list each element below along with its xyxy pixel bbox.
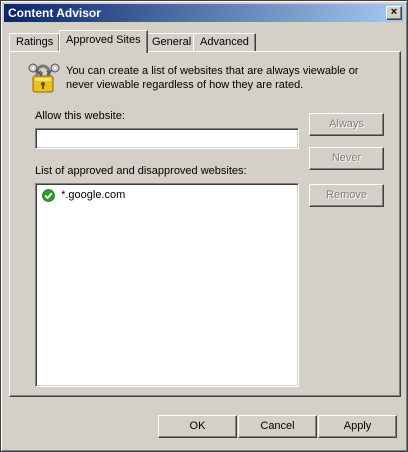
site-url: *.google.com — [61, 189, 126, 202]
always-button[interactable]: Always — [309, 113, 384, 136]
keys-lock-icon — [28, 63, 60, 93]
apply-button[interactable]: Apply — [318, 415, 397, 438]
approved-sites-panel: You can create a list of websites that a… — [9, 51, 401, 397]
tab-ratings[interactable]: Ratings — [9, 33, 61, 52]
close-icon[interactable]: × — [386, 6, 402, 20]
tab-approved-sites[interactable]: Approved Sites — [59, 30, 148, 53]
tab-advanced[interactable]: Advanced — [193, 33, 256, 52]
cancel-button[interactable]: Cancel — [238, 415, 317, 438]
never-button[interactable]: Never — [309, 147, 384, 170]
site-list[interactable]: *.google.com — [35, 183, 299, 387]
content-advisor-window: Content Advisor × Ratings Approved Sites… — [0, 0, 408, 452]
window-title: Content Advisor — [8, 6, 101, 20]
allow-website-input[interactable] — [35, 128, 299, 149]
list-item[interactable]: *.google.com — [42, 187, 125, 203]
title-bar[interactable]: Content Advisor × — [4, 4, 404, 22]
approved-check-icon — [42, 188, 55, 202]
tab-general[interactable]: General — [145, 33, 199, 52]
allow-website-label: Allow this website: — [35, 110, 125, 122]
site-list-label: List of approved and disapproved website… — [35, 165, 247, 177]
remove-button[interactable]: Remove — [309, 184, 384, 207]
ok-button[interactable]: OK — [158, 415, 237, 438]
description-text: You can create a list of websites that a… — [66, 65, 359, 91]
